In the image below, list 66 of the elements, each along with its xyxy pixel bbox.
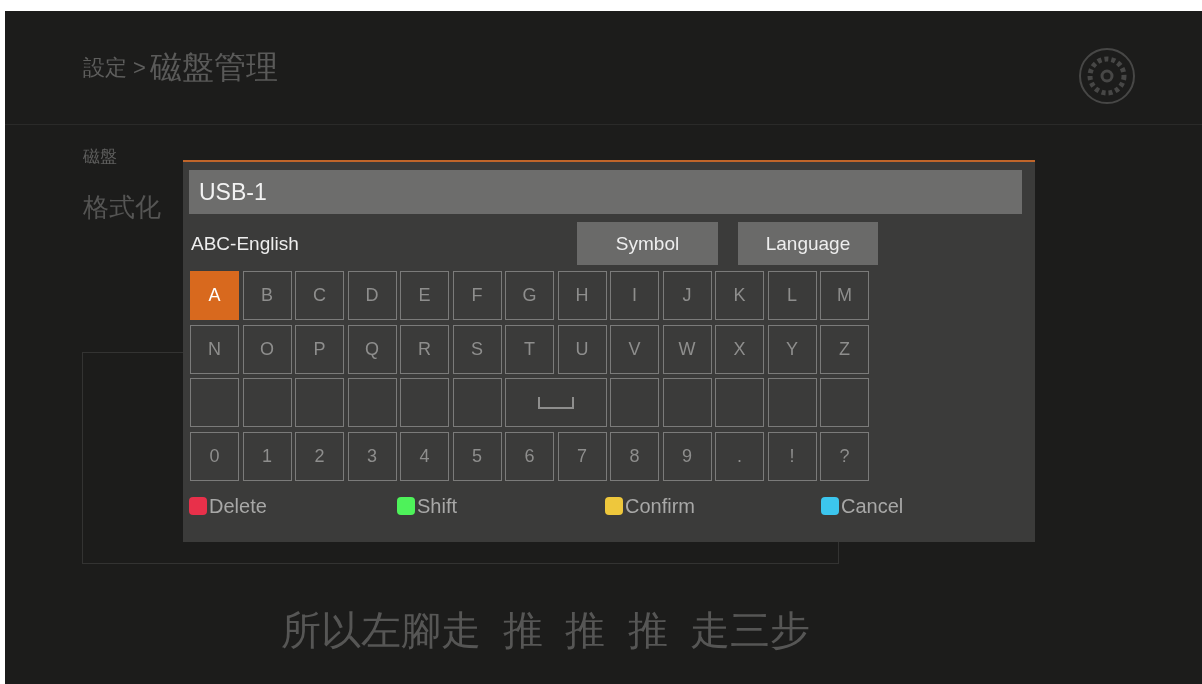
keyboard-key[interactable]: Z <box>820 324 869 374</box>
space-key[interactable] <box>505 378 607 427</box>
keyboard-key[interactable]: ? <box>820 431 869 481</box>
keyboard-key[interactable]: 8 <box>610 431 659 481</box>
breadcrumb: 設定 > <box>83 53 146 82</box>
keyboard-key[interactable]: 4 <box>400 431 449 481</box>
blank-key[interactable] <box>190 378 239 427</box>
keyboard-key[interactable]: D <box>347 271 397 320</box>
blank-key[interactable] <box>820 378 869 427</box>
keyboard-key[interactable]: 9 <box>662 431 712 481</box>
blank-key[interactable] <box>400 378 449 427</box>
keyboard-key[interactable]: F <box>452 271 502 320</box>
keyboard-key[interactable]: O <box>242 324 292 374</box>
keyboard-key[interactable]: P <box>295 324 344 374</box>
keyboard-key[interactable]: M <box>820 271 869 320</box>
section-label: 磁盤 <box>83 146 117 168</box>
legend-label: Confirm <box>625 494 695 518</box>
keyboard-key[interactable]: X <box>715 324 764 374</box>
blank-key[interactable] <box>295 378 344 427</box>
legend-label: Delete <box>209 494 267 518</box>
keyboard-key[interactable]: B <box>242 271 292 320</box>
keyboard-key[interactable]: E <box>400 271 449 320</box>
keyboard-key[interactable]: 5 <box>452 431 502 481</box>
page-title: 磁盤管理 <box>149 47 278 87</box>
blank-key[interactable] <box>767 378 817 427</box>
subtitle: 所以左腳走 推 推 推 走三步 <box>281 607 810 654</box>
keyboard-key[interactable]: S <box>452 324 502 374</box>
keyboard-key[interactable]: J <box>662 271 712 320</box>
gear-icon <box>1078 47 1136 105</box>
language-button[interactable]: Language <box>738 222 878 265</box>
keyboard-key[interactable]: G <box>505 271 554 320</box>
keyboard-key[interactable]: L <box>767 271 817 320</box>
input-mode-label: ABC-English <box>190 232 300 255</box>
keyboard-key[interactable]: Y <box>767 324 817 374</box>
symbol-button[interactable]: Symbol <box>577 222 718 265</box>
text-input-field[interactable]: USB-1 <box>189 170 1022 214</box>
blank-key[interactable] <box>715 378 764 427</box>
blank-key[interactable] <box>242 378 292 427</box>
keyboard-key[interactable]: W <box>662 324 712 374</box>
blank-key[interactable] <box>662 378 712 427</box>
keyboard-key[interactable]: A <box>190 271 239 320</box>
legend-label: Cancel <box>841 494 904 518</box>
space-icon <box>537 396 574 409</box>
keyboard-key[interactable]: N <box>190 324 239 374</box>
keyboard-key[interactable]: ! <box>767 431 817 481</box>
keyboard-key[interactable]: . <box>715 431 764 481</box>
keyboard-key[interactable]: 6 <box>505 431 554 481</box>
keyboard-key[interactable]: Q <box>347 324 397 374</box>
keyboard-key[interactable]: 7 <box>557 431 607 481</box>
legend-label: Shift <box>417 494 458 518</box>
blank-key[interactable] <box>452 378 502 427</box>
blank-key[interactable] <box>347 378 397 427</box>
keyboard-key[interactable]: K <box>715 271 764 320</box>
keyboard-key[interactable]: H <box>557 271 607 320</box>
keyboard-key[interactable]: 0 <box>190 431 239 481</box>
keyboard-key[interactable]: 2 <box>295 431 344 481</box>
option-label: 格式化 <box>83 191 161 224</box>
keyboard-key[interactable]: I <box>610 271 659 320</box>
keyboard-key[interactable]: T <box>505 324 554 374</box>
keyboard-key[interactable]: 3 <box>347 431 397 481</box>
keyboard-key[interactable]: 1 <box>242 431 292 481</box>
keyboard-key[interactable]: R <box>400 324 449 374</box>
blank-key[interactable] <box>610 378 659 427</box>
keyboard-key[interactable]: V <box>610 324 659 374</box>
keyboard-key[interactable]: C <box>295 271 344 320</box>
keyboard-key[interactable]: U <box>557 324 607 374</box>
